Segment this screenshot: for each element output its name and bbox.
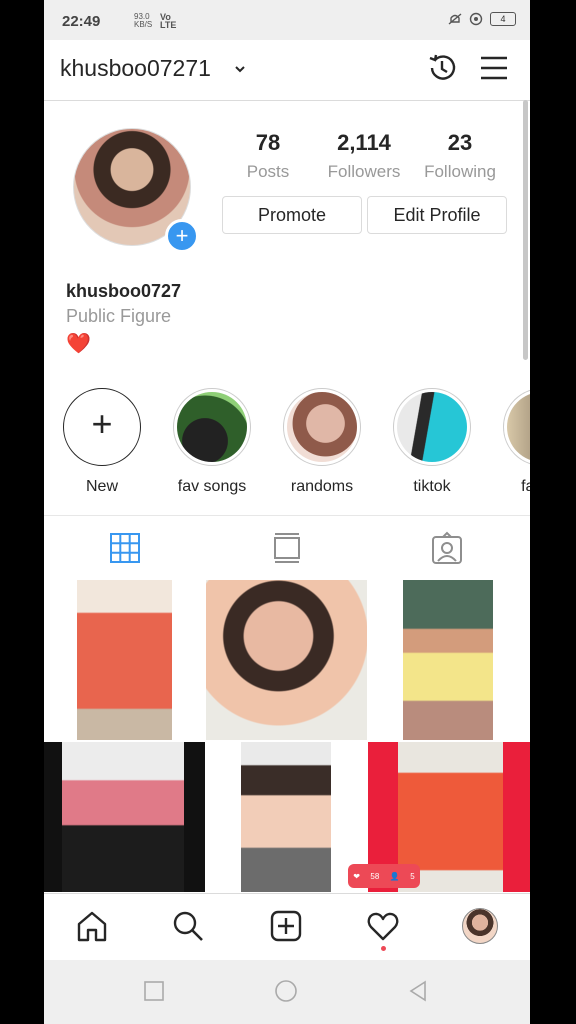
following-label: Following [424,162,496,181]
followers-count: 2,114 [337,130,391,155]
profile-tabs [44,515,530,580]
activity-heart-icon[interactable] [365,908,401,944]
activity-indicator-dot [381,946,386,951]
post-thumbnail[interactable] [206,742,367,892]
following-count: 23 [447,130,473,155]
feed-view-icon[interactable] [269,530,305,566]
posts-count: 78 [255,130,281,155]
highlight-new[interactable]: + New [57,388,147,496]
phone-screen: 22:49 93.0 KB/S Vo LTE 4 khusboo07271 + … [44,0,530,1024]
home-circle-icon[interactable] [273,978,299,1004]
highlight-label: New [85,478,118,495]
bottom-navigation [44,893,530,960]
post-thumbnail[interactable] [44,580,205,740]
highlight-label: fav songs [177,478,247,495]
menu-icon[interactable] [476,50,512,86]
follows-count: 5 [410,871,415,881]
promote-button[interactable]: Promote [222,196,362,234]
profile-tab-avatar[interactable] [462,908,498,944]
highlight-fav-songs[interactable]: fav songs [167,388,257,496]
tagged-photos-icon[interactable] [429,530,465,566]
profile-category: Public Figure [66,306,172,326]
likes-count: 58 [370,871,380,881]
status-time: 22:49 [62,13,101,30]
home-icon[interactable] [74,908,110,944]
post-thumbnail[interactable] [368,580,530,740]
followers-stat[interactable]: 2,114 Followers [316,130,412,182]
activity-notification-badge[interactable]: ❤ 58 👤 5 [348,864,420,888]
at-icon [469,12,483,26]
top-bar: khusboo07271 [44,40,530,101]
network-type: Vo LTE [160,12,177,30]
scrollbar[interactable] [523,100,528,360]
following-stat[interactable]: 23 Following [412,130,508,182]
highlight-cover [397,392,467,462]
followers-label: Followers [327,162,401,181]
heart-icon: ❤ [353,871,360,881]
posts-label: Posts [246,162,290,181]
archive-history-icon[interactable] [424,50,460,86]
mute-icon [448,13,462,25]
highlight-fav-tik[interactable]: fav tik [497,388,530,496]
network-speed: 93.0 KB/S [134,13,152,29]
chevron-down-icon[interactable] [233,62,247,76]
highlight-cover [287,392,357,462]
bio-heart-emoji: ❤️ [66,333,91,355]
highlight-randoms[interactable]: randoms [277,388,367,496]
back-triangle-icon[interactable] [405,978,431,1004]
edit-profile-button[interactable]: Edit Profile [367,196,507,234]
highlight-cover [507,392,530,462]
post-thumbnail[interactable] [206,580,367,740]
posts-grid [44,580,530,892]
add-story-plus-icon[interactable]: + [165,219,199,253]
grid-view-icon[interactable] [107,530,143,566]
recent-apps-icon[interactable] [141,978,167,1004]
search-icon[interactable] [170,908,206,944]
battery-icon: 4 [490,12,516,26]
plus-icon: + [91,403,113,444]
network-speed-unit: KB/S [134,20,153,29]
post-thumbnail[interactable] [44,742,205,892]
highlight-label: fav tik [521,478,530,495]
new-post-icon[interactable] [268,908,304,944]
status-bar: 22:49 93.0 KB/S Vo LTE 4 [44,0,530,40]
highlight-label: tiktok [413,478,451,495]
account-switcher[interactable]: khusboo07271 [60,55,211,82]
person-icon: 👤 [389,871,400,881]
highlight-cover [177,392,247,462]
profile-name: khusboo0727 [66,281,182,301]
posts-stat[interactable]: 78 Posts [220,130,316,182]
highlight-label: randoms [290,478,354,495]
system-navigation-bar [44,960,530,1024]
highlight-tiktok[interactable]: tiktok [387,388,477,496]
